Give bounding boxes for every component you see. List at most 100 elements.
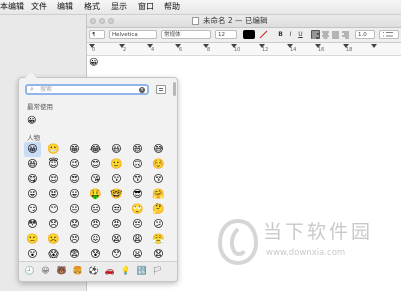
menu-view[interactable]: 显示 (111, 2, 127, 12)
smileys-category-icon[interactable]: 😀 (40, 265, 51, 276)
emoji-cell[interactable]: 🤗 (150, 187, 167, 202)
tab-stop-marker[interactable] (371, 44, 377, 48)
emoji-cell[interactable]: 😣 (66, 232, 83, 247)
emoji-cell[interactable]: 😙 (129, 172, 146, 187)
title-bar[interactable]: 未命名 2 — 已编辑 (87, 15, 401, 28)
menu-file[interactable]: 文件 (31, 2, 47, 12)
list-style-select[interactable] (379, 30, 399, 39)
emoji-cell[interactable]: 😀 (24, 142, 41, 157)
search-input[interactable] (40, 86, 136, 93)
ruler[interactable]: 0 2 4 6 8 10 12 14 16 18 (87, 43, 401, 56)
emoji-cell[interactable]: 😒 (108, 202, 125, 217)
align-right-icon[interactable] (341, 30, 350, 39)
emoji-cell[interactable]: 😟 (66, 217, 83, 232)
font-style-select[interactable]: 常规体 (161, 30, 211, 39)
emoji-cell[interactable]: 😳 (24, 217, 41, 232)
emoji-cell[interactable]: 🤔 (150, 202, 167, 217)
activity-category-icon[interactable]: ⚽ (88, 265, 99, 276)
animals-category-icon[interactable]: 🐻 (56, 265, 67, 276)
objects-category-icon[interactable]: 💡 (120, 265, 131, 276)
emoji-cell[interactable]: 😏 (24, 202, 41, 217)
flags-category-icon[interactable]: 🏳 (152, 265, 163, 276)
emoji-cell[interactable]: 😉 (66, 157, 83, 172)
emoji-cell[interactable]: 😊 (87, 157, 104, 172)
emoji-cell[interactable]: 😩 (129, 232, 146, 247)
font-family-select[interactable]: Helvetica (109, 30, 157, 39)
emoji-cell[interactable]: 😄 (129, 142, 146, 157)
emoji-cell[interactable]: 😃 (108, 142, 125, 157)
emoji-cell[interactable]: 😶 (45, 202, 62, 217)
emoji-cell[interactable]: 😧 (150, 247, 167, 262)
emoji-cell[interactable]: 😚 (150, 172, 167, 187)
emoji-cell[interactable]: 😫 (108, 232, 125, 247)
emoji-cell[interactable]: 😞 (45, 217, 62, 232)
emoji-cell[interactable]: 😡 (108, 217, 125, 232)
highlight-color-icon[interactable] (259, 30, 268, 39)
emoji-search-field[interactable]: ⌕ × (25, 84, 149, 95)
emoji-cell[interactable]: ☺️ (150, 157, 167, 172)
emoji-cell[interactable]: 😛 (66, 187, 83, 202)
symbols-category-icon[interactable]: 🔣 (136, 265, 147, 276)
emoji-cell[interactable]: 😔 (129, 217, 146, 232)
emoji-cell[interactable]: 😱 (45, 247, 62, 262)
font-size-select[interactable]: 12 (215, 30, 237, 39)
recent-category-icon[interactable]: 🕘 (24, 265, 35, 276)
travel-category-icon[interactable]: 🚗 (104, 265, 115, 276)
emoji-cell[interactable]: 😘 (87, 172, 104, 187)
emoji-cell[interactable]: 😯 (108, 247, 125, 262)
emoji-cell[interactable]: 😰 (87, 247, 104, 262)
emoji-cell[interactable]: 😐 (66, 202, 83, 217)
emoji-cell[interactable]: 🙃 (129, 157, 146, 172)
emoji-cell[interactable]: 😆 (24, 157, 41, 172)
align-center-icon[interactable] (321, 30, 330, 39)
emoji-cell[interactable]: 😖 (87, 232, 104, 247)
emoji-cell[interactable]: 😍 (66, 172, 83, 187)
menu-format[interactable]: 格式 (84, 2, 100, 12)
emoji-cell[interactable]: 🤓 (108, 187, 125, 202)
emoji-cell[interactable]: 😝 (45, 187, 62, 202)
emoji-cell[interactable]: 😗 (108, 172, 125, 187)
text-color-swatch[interactable] (243, 30, 255, 39)
italic-button[interactable]: I (286, 30, 295, 39)
emoji-cell[interactable]: 😎 (129, 187, 146, 202)
emoji-cell[interactable]: 🙁 (24, 232, 41, 247)
emoji-picker: ⌕ × 最常使用 😀 人物 😀 😬 😁 😂 😃 😄 😅 😆 😇 😉 😊 🙂 🙃 ☺️ 😋 😌 😍 😘 😗 😙 😚 😜 😝 😛 🤑… (18, 72, 178, 282)
emoji-cell[interactable]: 😬 (45, 142, 62, 157)
emoji-cell[interactable]: 😅 (150, 142, 167, 157)
emoji-cell[interactable]: 😜 (24, 187, 41, 202)
justify-icon[interactable] (331, 30, 340, 39)
emoji-cell[interactable]: 😂 (87, 142, 104, 157)
emoji-cell[interactable]: 😋 (24, 172, 41, 187)
emoji-cell[interactable]: 😑 (87, 202, 104, 217)
emoji-cell[interactable]: 😦 (129, 247, 146, 262)
emoji-cell[interactable]: 😕 (150, 217, 167, 232)
line-spacing-select[interactable]: 1.0 (355, 30, 375, 39)
emoji-cell[interactable]: 🙄 (129, 202, 146, 217)
emoji-cell[interactable]: 😮 (24, 247, 41, 262)
minimize-window-button[interactable] (99, 18, 105, 24)
emoji-cell[interactable]: ☹️ (45, 232, 62, 247)
menu-help[interactable]: 帮助 (164, 2, 180, 12)
emoji-cell[interactable]: 😇 (45, 157, 62, 172)
emoji-cell[interactable]: 😁 (66, 142, 83, 157)
emoji-cell[interactable]: 😠 (87, 217, 104, 232)
emoji-cell[interactable]: 🙂 (108, 157, 125, 172)
menu-edit[interactable]: 编辑 (57, 2, 73, 12)
underline-button[interactable]: U (296, 30, 305, 39)
close-window-button[interactable] (90, 18, 96, 24)
align-left-icon[interactable] (311, 30, 320, 39)
emoji-cell[interactable]: 😨 (66, 247, 83, 262)
emoji-cell[interactable]: 🤑 (87, 187, 104, 202)
food-category-icon[interactable]: 🍔 (72, 265, 83, 276)
scrollbar-thumb[interactable] (173, 82, 176, 96)
emoji-cell[interactable]: 😤 (150, 232, 167, 247)
paragraph-style-select[interactable]: ¶ (89, 30, 105, 39)
bold-button[interactable]: B (276, 30, 285, 39)
zoom-window-button[interactable] (108, 18, 114, 24)
menu-app[interactable]: 本编辑 (0, 2, 24, 12)
character-viewer-button[interactable] (156, 85, 166, 94)
menu-window[interactable]: 窗口 (138, 2, 154, 12)
frequently-used-emoji[interactable]: 😀 (27, 116, 36, 126)
clear-search-icon[interactable]: × (139, 87, 145, 93)
emoji-cell[interactable]: 😌 (45, 172, 62, 187)
